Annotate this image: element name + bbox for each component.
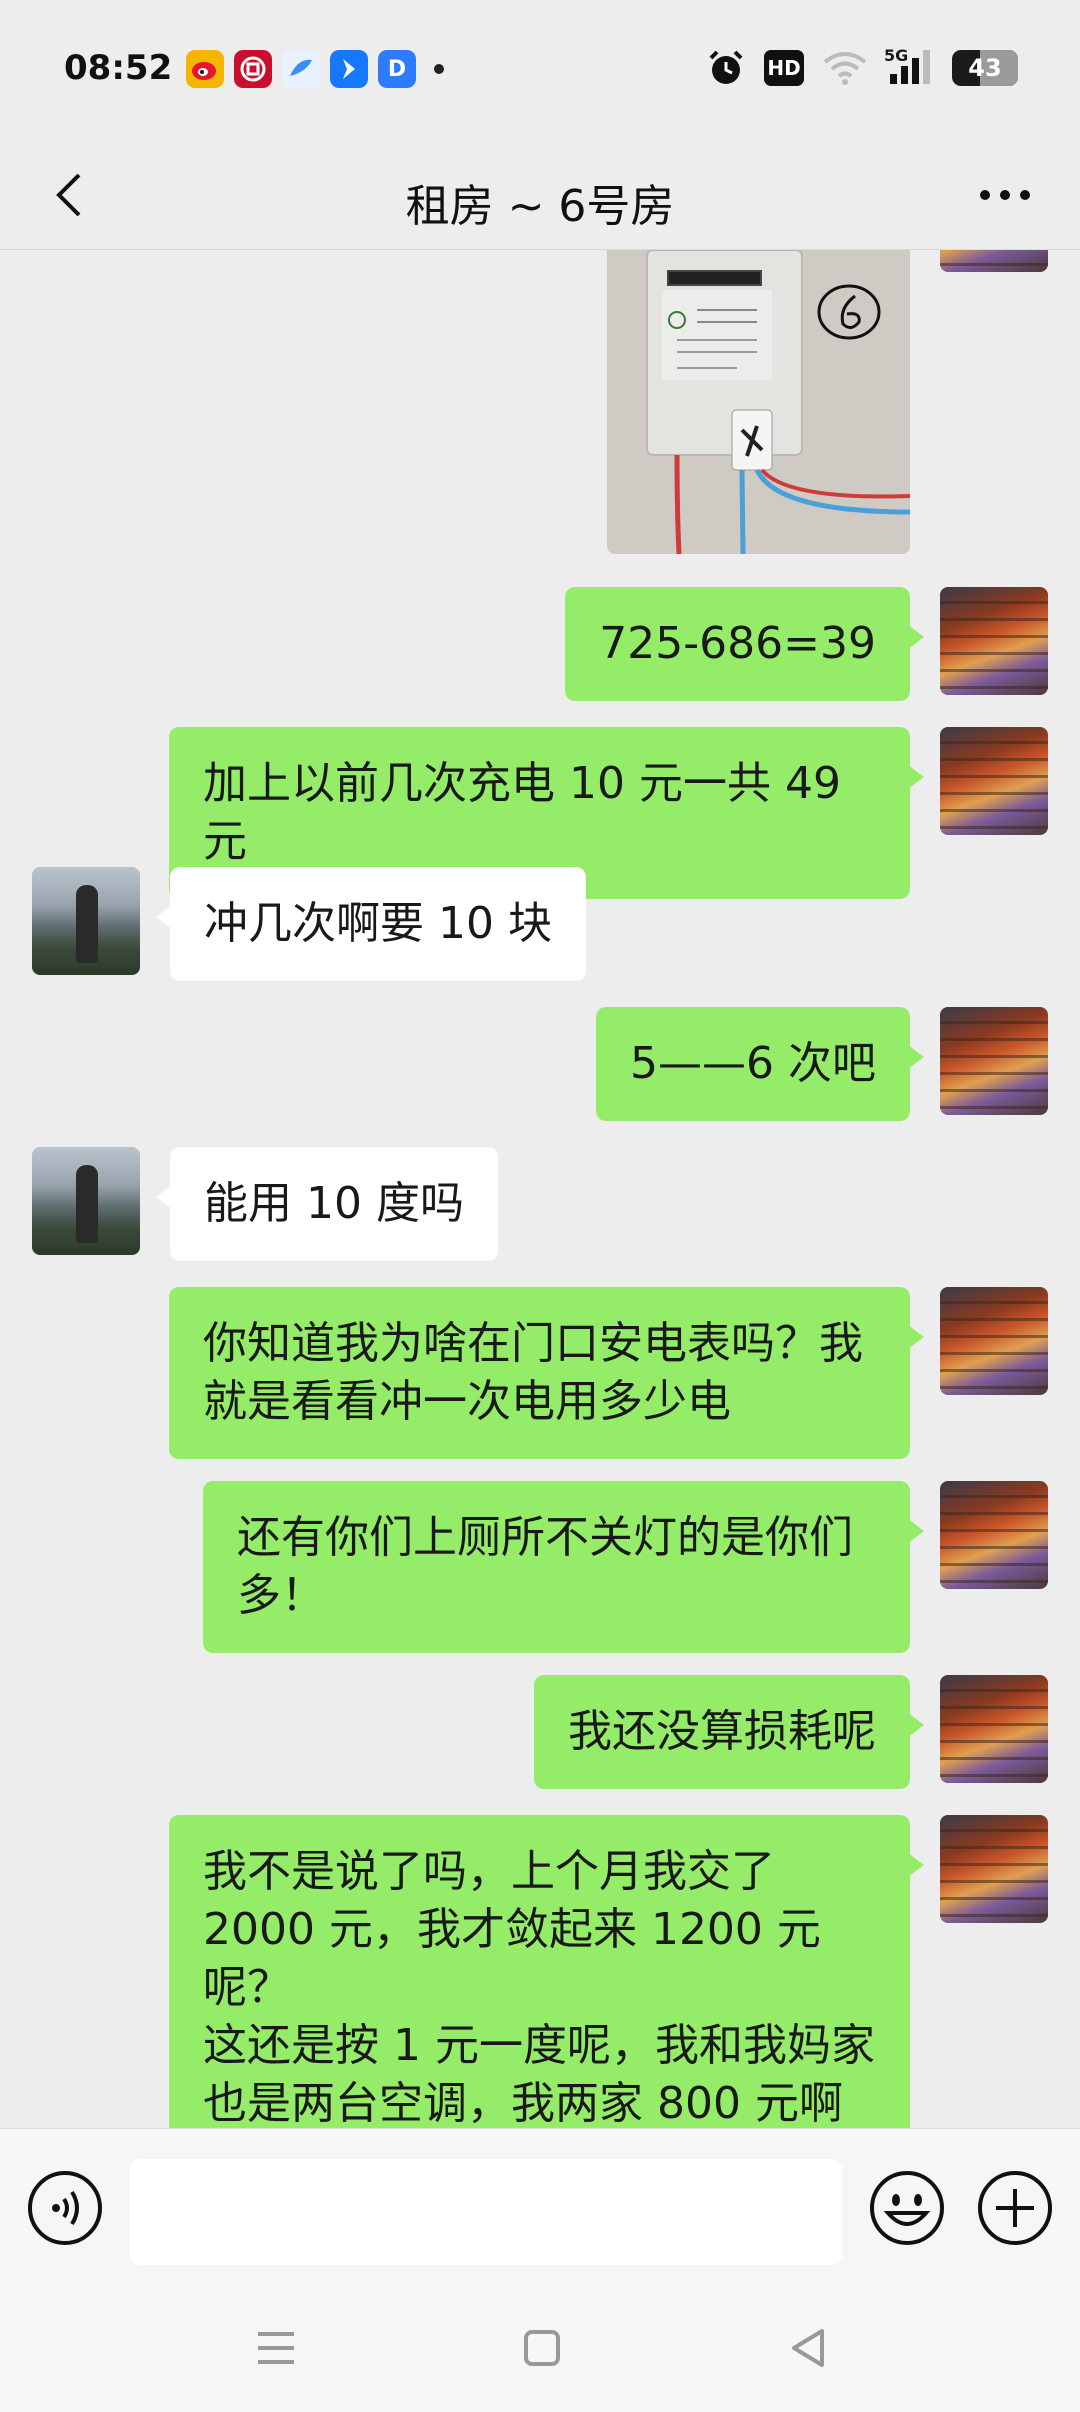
weibo-icon [186, 50, 224, 88]
home-square-icon [524, 2330, 560, 2366]
voice-button[interactable] [26, 2169, 104, 2247]
message-text-line: 2000 元，我才敛起来 1200 元呢？ [203, 1904, 821, 2013]
message-text-line: 也是两台空调，我两家 800 元啊 [203, 2078, 843, 2128]
message-text-line: 还有你们上厕所不关灯的是你们 [237, 1512, 853, 1563]
message-bubble-other[interactable]: 能用 10 度吗 [156, 1147, 498, 1261]
menu-icon [258, 2332, 294, 2364]
chat-header: 租房 ~ 6号房 [0, 140, 1080, 250]
more-actions-button[interactable] [976, 2169, 1054, 2247]
message-text-line: 这还是按 1 元一度呢，我和我妈家 [203, 2020, 875, 2071]
chat-messages[interactable]: 725-686=39 加上以前几次充电 10 元一共 49 元 冲几次啊要 10… [0, 250, 1080, 2128]
bank-icon [234, 50, 272, 88]
message-bubble-me[interactable]: 我不是说了吗，上个月我交了 2000 元，我才敛起来 1200 元呢？ 这还是按… [169, 1815, 924, 2128]
message-bubble-me[interactable]: 你知道我为啥在门口安电表吗？我 就是看看冲一次电用多少电 [169, 1287, 924, 1459]
my-avatar[interactable] [940, 1481, 1048, 1589]
bird-icon [282, 50, 320, 88]
input-bar [0, 2128, 1080, 2280]
battery-level: 43 [968, 54, 1002, 82]
chat-title: 租房 ~ 6号房 [405, 181, 675, 232]
message-text: 5——6 次吧 [630, 1038, 876, 1089]
my-avatar[interactable] [940, 1287, 1048, 1395]
plus-circle-icon [978, 2171, 1052, 2245]
message-text: 725-686=39 [599, 618, 876, 669]
home-button[interactable] [514, 2320, 570, 2376]
message-bubble-me[interactable]: 还有你们上厕所不关灯的是你们 多！ [203, 1481, 924, 1653]
message-text-line: 你知道我为啥在门口安电表吗？我 [203, 1318, 863, 1369]
contact-avatar[interactable] [32, 867, 140, 975]
electric-meter-photo[interactable] [607, 250, 910, 554]
cellular-signal-icon: 5G [884, 46, 934, 88]
d-app-icon: D [378, 50, 416, 88]
my-avatar[interactable] [940, 1007, 1048, 1115]
alarm-icon [706, 48, 746, 88]
my-avatar[interactable] [940, 1675, 1048, 1783]
message-text-line: 就是看看冲一次电用多少电 [203, 1376, 731, 1427]
emoji-icon [870, 2171, 944, 2245]
message-bubble-other[interactable]: 冲几次啊要 10 块 [156, 867, 586, 981]
battery-indicator: 43 [952, 50, 1018, 86]
message-input[interactable] [130, 2159, 842, 2265]
notification-app-icons: D [186, 50, 444, 88]
more-notifications-dot [434, 64, 444, 74]
my-avatar[interactable] [940, 727, 1048, 835]
message-text: 能用 10 度吗 [204, 1178, 464, 1229]
arrow-app-icon [330, 50, 368, 88]
system-icons: HD 5G 43 [706, 46, 1018, 88]
message-text: 我还没算损耗呢 [568, 1706, 876, 1757]
my-avatar[interactable] [940, 587, 1048, 695]
my-avatar[interactable] [940, 250, 1048, 272]
more-dots-icon [980, 190, 1030, 200]
message-text-line: 我不是说了吗，上个月我交了 [203, 1846, 775, 1897]
status-time: 08:52 [64, 48, 173, 88]
message-bubble-me[interactable]: 5——6 次吧 [596, 1007, 924, 1121]
contact-avatar[interactable] [32, 1147, 140, 1255]
message-text: 冲几次啊要 10 块 [204, 898, 552, 949]
message-text: 加上以前几次充电 10 元一共 49 元 [203, 758, 841, 867]
status-bar: 08:52 D HD 5G 43 [0, 0, 1080, 140]
voice-icon [28, 2171, 102, 2245]
hd-badge: HD [764, 50, 804, 86]
message-bubble-me[interactable]: 我还没算损耗呢 [534, 1675, 924, 1789]
back-nav-button[interactable] [780, 2320, 836, 2376]
menu-button[interactable] [248, 2320, 304, 2376]
message-text-line: 多！ [237, 1570, 325, 1621]
network-type-label: 5G [884, 46, 909, 65]
more-options-button[interactable] [970, 162, 1040, 228]
my-avatar[interactable] [940, 1815, 1048, 1923]
back-triangle-icon [792, 2329, 824, 2367]
message-bubble-me[interactable]: 725-686=39 [565, 587, 924, 701]
system-nav-bar [0, 2280, 1080, 2412]
emoji-button[interactable] [868, 2169, 946, 2247]
wifi-icon [822, 48, 868, 88]
